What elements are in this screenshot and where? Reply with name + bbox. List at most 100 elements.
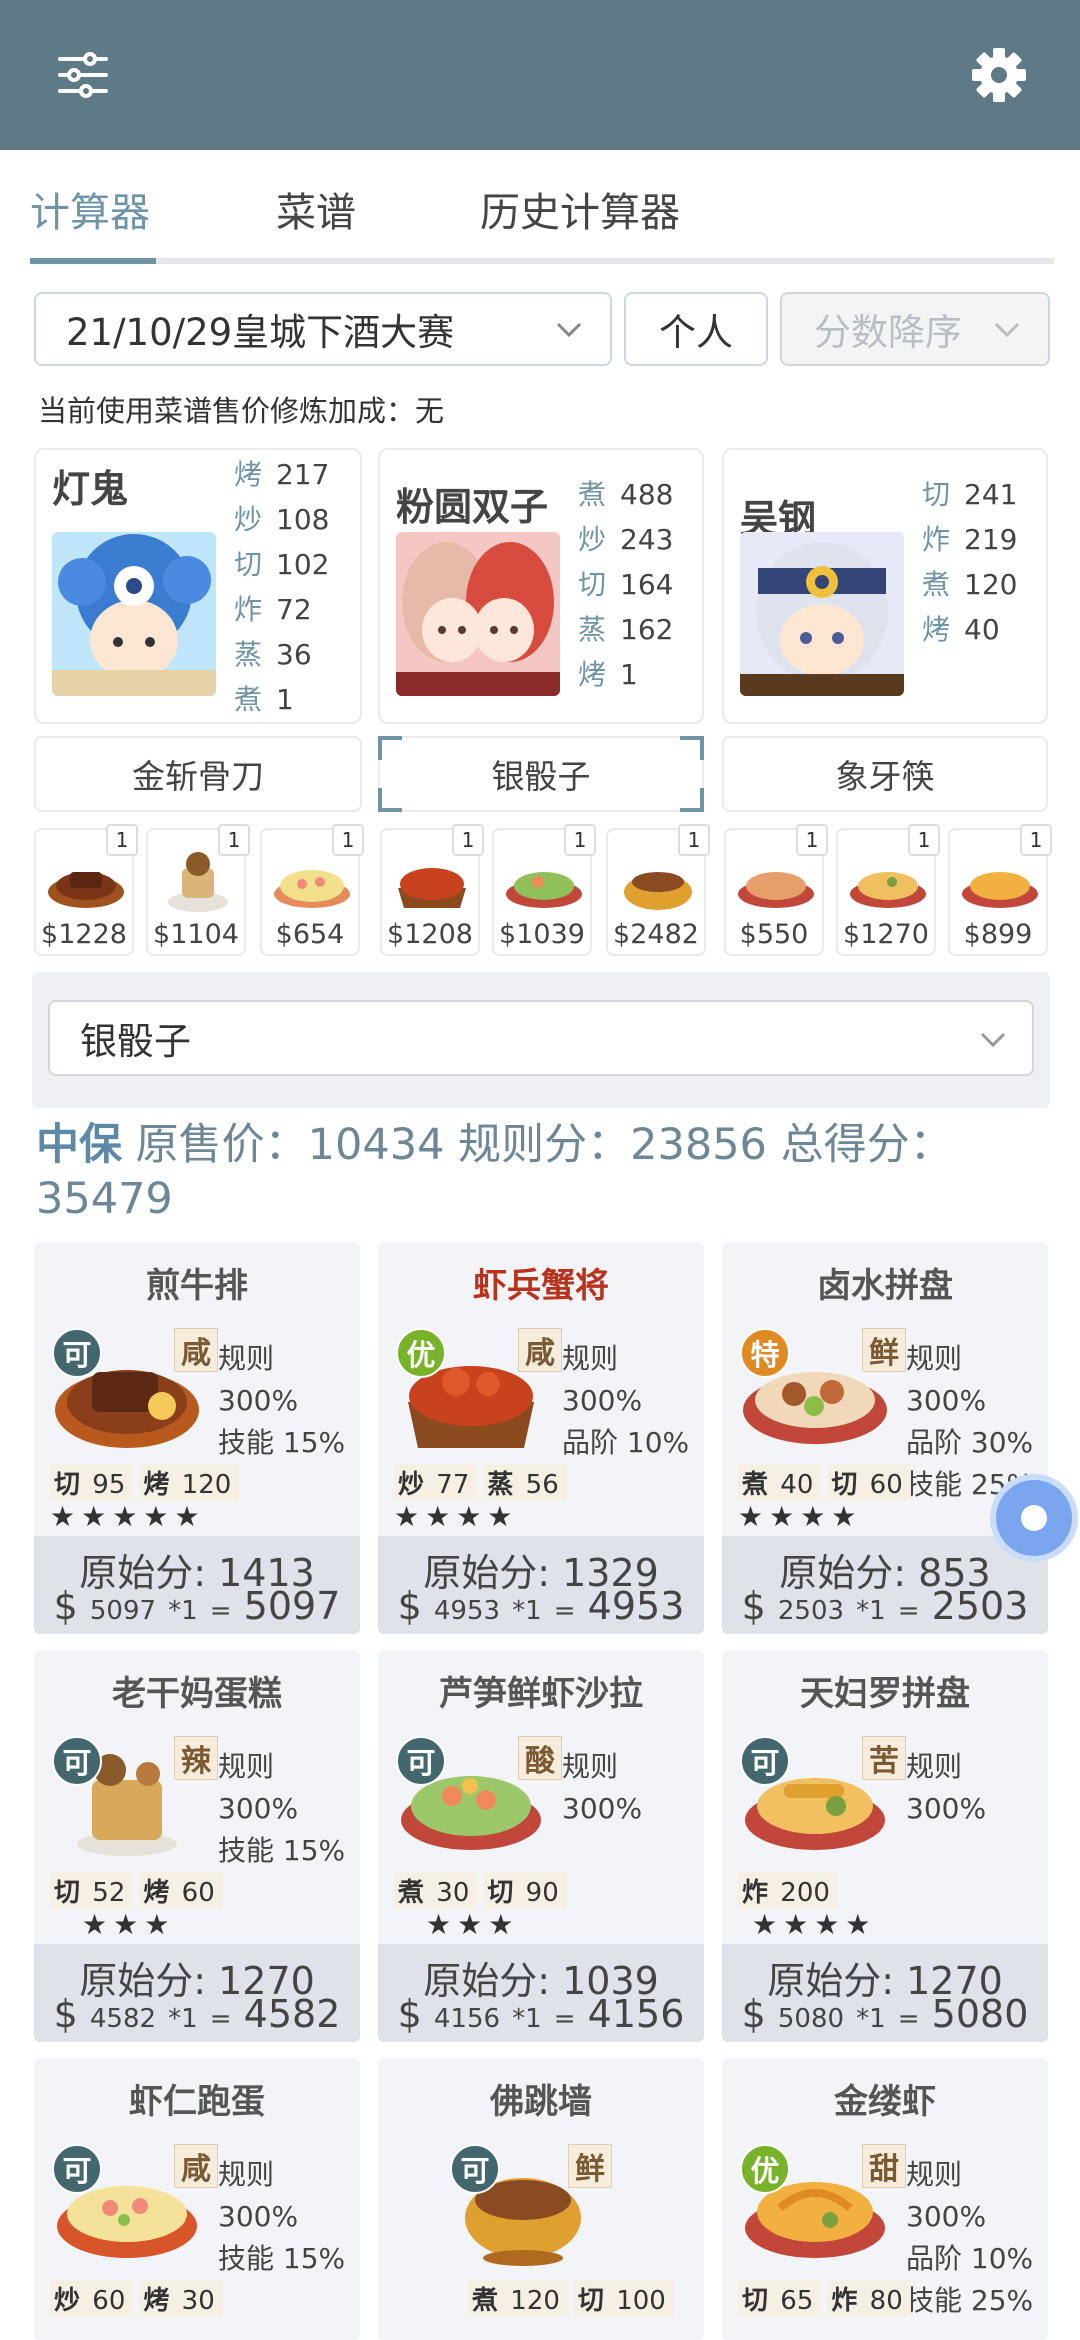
chef-portrait [52,532,216,696]
flavor-badge: 咸 [174,2144,218,2188]
recipe-card[interactable]: 虾兵蟹将 优 咸 规则 300% 品阶 10% 炒 77 蒸 56 ★★★★ 原始… [378,1242,704,1634]
recipe-card[interactable]: 金缕虾 优 甜 规则 300% 品阶 10% 技能 25% 切 65 炸 80 [722,2058,1048,2340]
dish-slot[interactable]: 1 $654 [260,824,364,956]
equipment-panel: 银骰子 [32,972,1050,1108]
recipe-name: 虾仁跑蛋 [129,2082,265,2122]
rule-bonuses: 规则 300% 技能 15% [218,2158,346,2275]
price-calc: $ 4953 *1 = 4953 [397,1584,685,1628]
score-box: 原始分: 1270 $ 5080 *1 = 5080 [722,1944,1048,2042]
chef-card[interactable]: 灯鬼 烤 217 炒 108 切 102 炸 72 蒸 36 煮1 [34,448,362,724]
equipment-button-selected[interactable]: 银骰子 [378,736,704,812]
flavor-badge: 苦 [862,1736,906,1780]
recipe-card[interactable]: 卤水拼盘 特 鲜 规则 300% 品阶 30% 技能 25% 煮 40 切 60 ★… [722,1242,1048,1634]
dish-price: $1208 [387,919,473,950]
skill-requirements: 切 52 烤 60 [50,1872,223,1909]
chef-portrait [740,532,904,696]
chevron-down-icon [976,1022,1010,1065]
rule-bonuses: 规则 300% [562,1750,643,1825]
recipe-name: 老干妈蛋糕 [112,1674,282,1714]
quantity-badge: 1 [452,824,484,856]
sort-select-value: 分数降序 [814,311,962,354]
grade-badge: 可 [450,2144,500,2194]
chef-portrait [396,532,560,696]
rarity-stars: ★★★ [426,1908,520,1941]
gear-icon[interactable] [964,40,1034,110]
rarity-stars: ★★★★★ [50,1500,206,1533]
recipe-card[interactable]: 天妇罗拼盘 可 苦 规则 300% 炸 200 ★★★★ 原始分: 1270 $… [722,1650,1048,2042]
rule-bonuses: 规则 300% 品阶 10% [562,1342,690,1459]
recipe-card[interactable]: 老干妈蛋糕 可 辣 规则 300% 技能 15% 切 52 烤 60 ★★★ 原始… [34,1650,360,2042]
mode-select[interactable]: 个人 [624,292,768,366]
sort-select[interactable]: 分数降序 [780,292,1050,366]
flavor-badge: 甜 [862,2144,906,2188]
selection-corner [378,788,402,812]
recipe-card[interactable]: 虾仁跑蛋 可 咸 规则 300% 技能 15% 炒 60 烤 30 [34,2058,360,2340]
recipe-name: 天妇罗拼盘 [800,1674,970,1714]
flavor-badge: 酸 [518,1736,562,1780]
chevron-down-icon [552,312,586,355]
recipe-name: 虾兵蟹将 [473,1266,609,1306]
quantity-badge: 1 [106,824,138,856]
recipe-card[interactable]: 佛跳墙 可 鲜 煮 120 切 100 [378,2058,704,2340]
selection-corner [680,736,704,760]
score-box: 原始分: 1329 $ 4953 *1 = 4953 [378,1536,704,1634]
score-box: 原始分: 1413 $ 5097 *1 = 5097 [34,1536,360,1634]
chef-card[interactable]: 吴钢 切 241 炸 219 煮 120 烤 40 [722,448,1048,724]
tab-calculator[interactable]: 计算器 [30,180,150,238]
price-calc: $ 5097 *1 = 5097 [53,1584,341,1628]
skill-requirements: 切 95 烤 120 [50,1464,240,1501]
sliders-icon[interactable] [48,40,118,110]
chef-skill-stats: 烤 217 炒 108 切 102 炸 72 蒸 36 煮1 [234,458,330,716]
dish-slot[interactable]: 1 $1228 [34,824,138,956]
rank-label: 中保 [36,1120,122,1170]
rarity-stars: ★★★ [82,1908,176,1941]
equipment-select-value: 银骰子 [80,1020,191,1063]
chef-card[interactable]: 粉圆双子 煮 488 炒 243 切 164 蒸 162 烤1 [378,448,704,724]
recipe-name: 金缕虾 [834,2082,936,2122]
skill-requirements: 炸 200 [738,1872,838,1909]
grade-badge: 特 [740,1328,790,1378]
dish-slot[interactable]: 1 $1104 [146,824,250,956]
floating-action-button[interactable] [996,1480,1072,1556]
dish-image [846,848,930,918]
grade-badge: 可 [52,2144,102,2194]
dish-slot[interactable]: 1 $1208 [380,824,484,956]
skill-requirements: 煮 120 切 100 [468,2280,674,2317]
equipment-button[interactable]: 金斩骨刀 [34,736,362,812]
skill-requirements: 煮 40 切 60 [738,1464,911,1501]
recipe-card[interactable]: 煎牛排 可 咸 规则 300% 技能 15% 切 95 烤 120 ★★★★★ 原… [34,1242,360,1634]
dish-slot[interactable]: 1 $2482 [606,824,710,956]
tab-divider [30,258,1054,264]
price-calc: $ 2503 *1 = 2503 [741,1584,1029,1628]
rule-bonuses: 规则 300% [906,1750,987,1825]
recipe-name: 佛跳墙 [490,2082,592,2122]
quantity-badge: 1 [564,824,596,856]
recipe-name: 芦笋鲜虾沙拉 [439,1674,643,1714]
skill-requirements: 炒 77 蒸 56 [394,1464,567,1501]
selection-corner [680,788,704,812]
chef-skill-stats: 切 241 炸 219 煮 120 烤 40 [922,478,1018,646]
dish-image [390,848,474,918]
dish-image [156,848,240,918]
dish-slot[interactable]: 1 $1039 [492,824,596,956]
tab-recipes[interactable]: 菜谱 [276,180,356,238]
tab-history-calculator[interactable]: 历史计算器 [480,180,680,238]
dot-icon [1021,1505,1047,1531]
dish-slot[interactable]: 1 $899 [948,824,1052,956]
grade-badge: 可 [52,1736,102,1786]
recipe-bonus-info: 当前使用菜谱售价修炼加成：无 [38,394,445,428]
selection-corner [378,736,402,760]
chef-name: 灯鬼 [52,467,129,511]
dish-slot[interactable]: 1 $1270 [836,824,940,956]
top-app-bar [0,0,1080,150]
recipe-card[interactable]: 芦笋鲜虾沙拉 可 酸 规则 300% 煮 30 切 90 ★★★ 原始分: 10… [378,1650,704,2042]
skill-requirements: 炒 60 烤 30 [50,2280,223,2317]
quantity-badge: 1 [908,824,940,856]
equipment-button[interactable]: 象牙筷 [722,736,1048,812]
contest-select[interactable]: 21/10/29皇城下酒大赛 [34,292,612,366]
grade-badge: 可 [740,1736,790,1786]
grade-badge: 优 [396,1328,446,1378]
flavor-badge: 咸 [518,1328,562,1372]
dish-slot[interactable]: 1 $550 [724,824,828,956]
equipment-select[interactable]: 银骰子 [48,1000,1034,1076]
